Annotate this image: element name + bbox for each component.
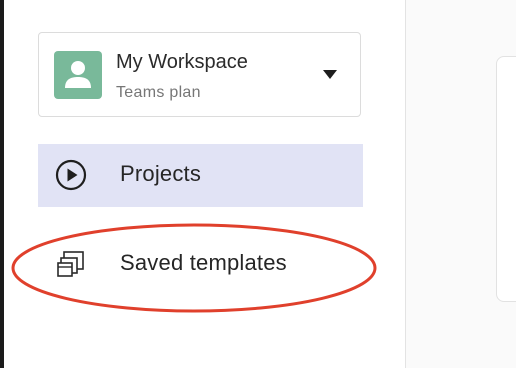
workspace-plan: Teams plan xyxy=(116,84,201,101)
workspace-avatar xyxy=(54,51,102,99)
sidebar-item-saved-templates[interactable]: Saved templates xyxy=(38,233,363,296)
main-content xyxy=(406,0,516,368)
user-icon xyxy=(65,61,91,88)
caret-down-icon xyxy=(323,70,337,79)
sidebar-item-label: Projects xyxy=(120,161,202,186)
templates-icon xyxy=(55,248,87,280)
content-card[interactable] xyxy=(496,56,516,302)
play-circle-icon xyxy=(55,159,87,191)
sidebar-item-label: Saved templates xyxy=(120,250,287,275)
workspace-switcher[interactable]: My Workspace Teams plan xyxy=(38,32,361,117)
app-window: My Workspace Teams plan Projects Saved t… xyxy=(0,0,516,368)
workspace-name: My Workspace xyxy=(116,51,248,73)
sidebar-item-projects[interactable]: Projects xyxy=(38,144,363,207)
